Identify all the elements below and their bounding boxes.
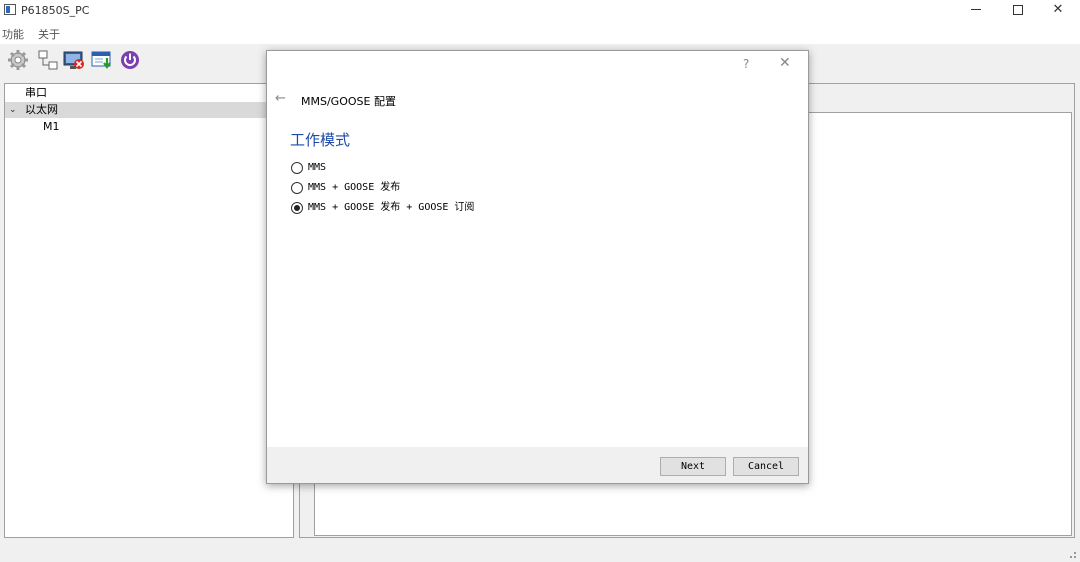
cancel-button[interactable]: Cancel	[733, 457, 799, 476]
menu-about[interactable]: 关于	[38, 26, 60, 42]
download-window-icon	[91, 51, 111, 69]
tree-item-label: M1	[43, 120, 60, 133]
tree-item-label: 串口	[25, 86, 47, 99]
status-bar	[0, 540, 1080, 562]
device-tree: 串口 ⌄ 以太网 M1	[4, 83, 294, 538]
maximize-icon	[1013, 4, 1023, 15]
radio-label: MMS	[308, 162, 327, 173]
close-window-button[interactable]: ✕	[1038, 0, 1078, 22]
disconnect-button[interactable]	[63, 49, 85, 71]
tree-item-ethernet[interactable]: ⌄ 以太网	[5, 102, 293, 118]
menu-function[interactable]: 功能	[2, 26, 24, 42]
dialog-close-button[interactable]: ✕	[779, 55, 791, 71]
window-title: P61850S_PC	[21, 4, 90, 17]
gear-icon	[8, 50, 28, 70]
back-arrow-icon[interactable]: ←	[275, 91, 286, 106]
dialog-footer: Next Cancel	[267, 447, 808, 483]
title-bar: P61850S_PC ✕	[0, 0, 1080, 22]
tree-item-m1[interactable]: M1	[5, 119, 293, 135]
power-icon	[121, 51, 139, 69]
disconnect-monitor-icon	[63, 51, 84, 69]
power-button[interactable]	[119, 49, 141, 71]
section-title: 工作模式	[290, 131, 351, 149]
maximize-button[interactable]	[998, 0, 1038, 22]
settings-button[interactable]	[7, 49, 29, 71]
help-button[interactable]: ?	[743, 57, 749, 71]
radio-button-checked[interactable]	[291, 202, 303, 214]
tree-item-serial[interactable]: 串口	[5, 85, 293, 101]
next-button[interactable]: Next	[660, 457, 726, 476]
minimize-icon	[971, 9, 981, 10]
radio-button[interactable]	[291, 162, 303, 174]
minimize-button[interactable]	[956, 0, 996, 22]
config-wizard-dialog: ? ✕ ← MMS/GOOSE 配置 工作模式 MMS MMS + GOOSE …	[266, 50, 809, 484]
network-icon	[38, 50, 58, 70]
tree-item-label: 以太网	[25, 103, 58, 116]
radio-button[interactable]	[291, 182, 303, 194]
app-icon	[4, 4, 16, 15]
network-button[interactable]	[37, 49, 59, 71]
download-button[interactable]	[91, 49, 113, 71]
radio-label: MMS + GOOSE 发布 + GOOSE 订阅	[308, 202, 475, 213]
chevron-down-icon[interactable]: ⌄	[9, 102, 17, 118]
menu-bar: 功能 关于	[0, 22, 1080, 44]
dialog-header: MMS/GOOSE 配置	[301, 95, 396, 108]
resize-grip-icon[interactable]	[1070, 552, 1076, 558]
radio-label: MMS + GOOSE 发布	[308, 182, 401, 193]
